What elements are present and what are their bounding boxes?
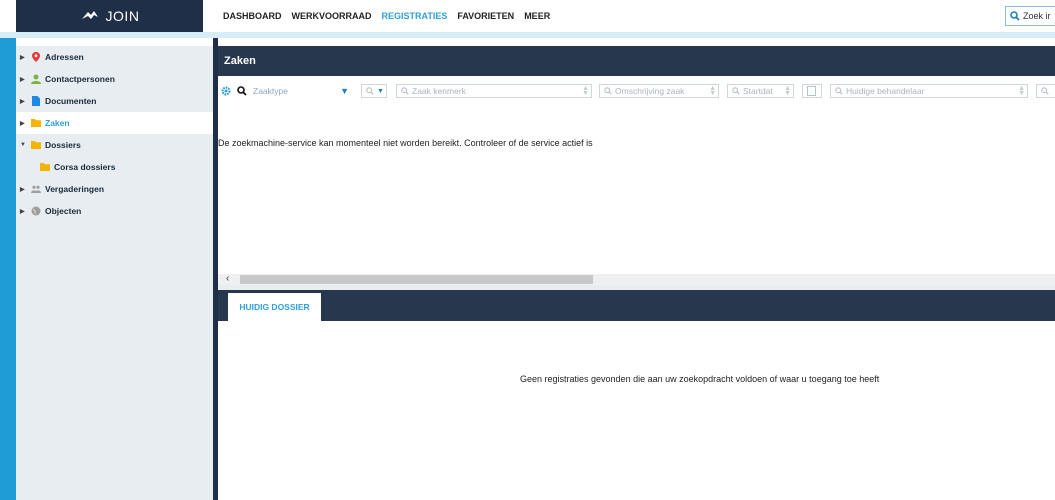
dropdown-arrow-icon: ▼ bbox=[377, 87, 384, 95]
zaaktype-select[interactable]: Zaaktype ▼ bbox=[248, 84, 354, 98]
service-error-message: De zoekmachine-service kan momenteel nie… bbox=[218, 138, 593, 148]
join-logo[interactable]: JOIN bbox=[16, 0, 203, 32]
dropdown-arrow-icon: ▼ bbox=[340, 86, 349, 96]
sidebar-item-label: Documenten bbox=[45, 96, 97, 106]
expand-arrow-icon[interactable]: ▶ bbox=[20, 76, 28, 83]
sidebar-item-label: Zaken bbox=[45, 118, 70, 128]
nav-werkvoorraad[interactable]: WERKVOORRAAD bbox=[292, 11, 372, 21]
sidebar-item-corsa-dossiers[interactable]: Corsa dossiers bbox=[16, 156, 213, 178]
empty-state-message: Geen registraties gevonden die aan uw zo… bbox=[520, 374, 880, 384]
zaaktype-label: Zaaktype bbox=[253, 86, 288, 96]
top-bar: JOIN DASHBOARD WERKVOORRAAD REGISTRATIES… bbox=[0, 0, 1055, 32]
sort-icon[interactable]: ▲ ▼ bbox=[1018, 85, 1025, 97]
sort-icon[interactable]: ▲ ▼ bbox=[582, 85, 589, 97]
collapse-arrow-icon[interactable]: ▼ bbox=[20, 142, 28, 148]
left-strip bbox=[0, 38, 16, 500]
sidebar: ▶ Adressen ▶ Contactpersonen ▶ Documente… bbox=[16, 46, 213, 500]
search-icon bbox=[732, 87, 740, 95]
document-icon bbox=[31, 96, 41, 106]
main-nav: DASHBOARD WERKVOORRAAD REGISTRATIES FAVO… bbox=[223, 11, 550, 21]
sidebar-item-label: Vergaderingen bbox=[45, 184, 105, 194]
sidebar-item-label: Contactpersonen bbox=[45, 74, 115, 84]
sidebar-item-documenten[interactable]: ▶ Documenten bbox=[16, 90, 213, 112]
expand-arrow-icon[interactable]: ▶ bbox=[20, 120, 28, 127]
search-placeholder: Zoek ir bbox=[1023, 11, 1051, 21]
global-search-input[interactable]: Zoek ir bbox=[1005, 6, 1055, 26]
sidebar-item-objecten[interactable]: ▶ Objecten bbox=[16, 200, 213, 222]
map-pin-icon bbox=[31, 52, 41, 62]
sidebar-item-zaken[interactable]: ▶ Zaken bbox=[16, 112, 213, 134]
omschrijving-placeholder: Omschrijving zaak bbox=[615, 86, 685, 96]
search-icon bbox=[1041, 87, 1049, 95]
nav-meer[interactable]: MEER bbox=[524, 11, 550, 21]
filter-search-toggle[interactable]: ▼ bbox=[361, 84, 387, 98]
expand-arrow-icon[interactable]: ▶ bbox=[20, 186, 28, 193]
sidebar-item-label: Adressen bbox=[45, 52, 84, 62]
tab-huidig-dossier[interactable]: HUIDIG DOSSIER bbox=[228, 293, 321, 321]
logo-icon bbox=[81, 11, 98, 19]
behandelaar-placeholder: Huidige behandelaar bbox=[846, 86, 925, 96]
settings-gear-icon[interactable] bbox=[221, 86, 231, 98]
sidebar-item-label: Dossiers bbox=[45, 140, 81, 150]
zaak-kenmerk-field[interactable]: Zaak kenmerk ▲ ▼ bbox=[396, 84, 592, 98]
zaak-kenmerk-placeholder: Zaak kenmerk bbox=[412, 86, 466, 96]
startdat-placeholder: Startdat bbox=[743, 86, 773, 96]
scrollbar-thumb[interactable] bbox=[240, 275, 593, 284]
nav-favorieten[interactable]: FAVORIETEN bbox=[457, 11, 514, 21]
sidebar-item-label: Corsa dossiers bbox=[54, 162, 116, 172]
extra-filter-field[interactable] bbox=[1036, 84, 1055, 98]
search-icon bbox=[1010, 11, 1020, 21]
search-icon bbox=[604, 87, 612, 95]
quick-search-icon[interactable] bbox=[237, 86, 247, 98]
expand-arrow-icon[interactable]: ▶ bbox=[20, 54, 28, 61]
tab-label: HUIDIG DOSSIER bbox=[239, 302, 310, 312]
expand-arrow-icon[interactable]: ▶ bbox=[20, 208, 28, 215]
zaken-header: Zaken bbox=[218, 46, 1055, 76]
page-title: Zaken bbox=[224, 55, 256, 67]
calendar-icon bbox=[807, 86, 816, 96]
sidebar-item-adressen[interactable]: ▶ Adressen bbox=[16, 46, 213, 68]
dossier-panel-header bbox=[218, 290, 1055, 321]
brand-name: JOIN bbox=[105, 8, 140, 24]
search-icon bbox=[366, 87, 374, 95]
panel-divider[interactable] bbox=[213, 38, 218, 500]
sidebar-item-dossiers[interactable]: ▼ Dossiers bbox=[16, 134, 213, 156]
folder-icon bbox=[31, 118, 41, 128]
startdat-field[interactable]: Startdat ▲ ▼ bbox=[727, 84, 794, 98]
sidebar-item-label: Objecten bbox=[45, 206, 82, 216]
people-icon bbox=[31, 184, 41, 194]
globe-icon bbox=[31, 206, 41, 216]
sidebar-item-contactpersonen[interactable]: ▶ Contactpersonen bbox=[16, 68, 213, 90]
accent-band bbox=[0, 32, 1055, 38]
sidebar-item-vergaderingen[interactable]: ▶ Vergaderingen bbox=[16, 178, 213, 200]
behandelaar-field[interactable]: Huidige behandelaar ▲ ▼ bbox=[830, 84, 1028, 98]
date-picker-button[interactable] bbox=[802, 84, 822, 98]
search-icon bbox=[835, 87, 843, 95]
nav-registraties[interactable]: REGISTRATIES bbox=[382, 11, 448, 21]
nav-dashboard[interactable]: DASHBOARD bbox=[223, 11, 282, 21]
folder-icon bbox=[31, 140, 41, 150]
search-icon bbox=[401, 87, 409, 95]
person-icon bbox=[31, 74, 41, 84]
folder-icon bbox=[40, 162, 50, 172]
omschrijving-field[interactable]: Omschrijving zaak ▲ ▼ bbox=[599, 84, 719, 98]
expand-arrow-icon[interactable]: ▶ bbox=[20, 98, 28, 105]
horizontal-scrollbar[interactable]: ‹ bbox=[218, 273, 1055, 285]
scroll-left-icon[interactable]: ‹ bbox=[226, 273, 229, 284]
sort-icon[interactable]: ▲ ▼ bbox=[709, 85, 716, 97]
sort-icon[interactable]: ▲ ▼ bbox=[784, 85, 791, 97]
